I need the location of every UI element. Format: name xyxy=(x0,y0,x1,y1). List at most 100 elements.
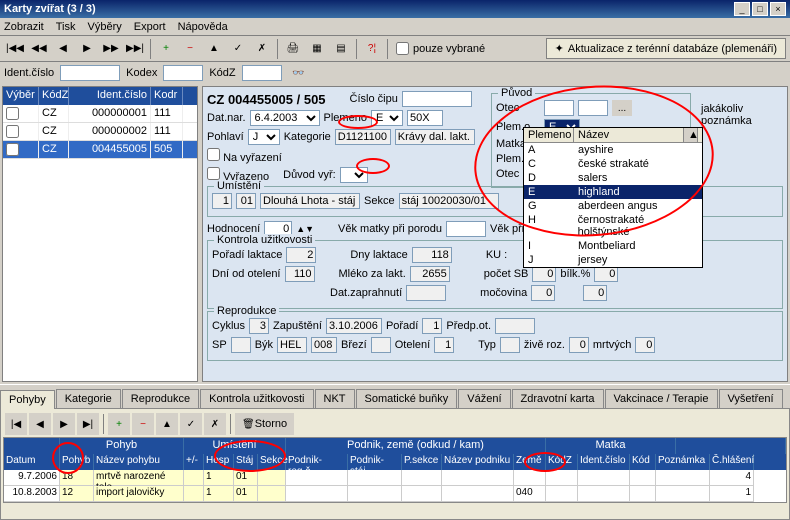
b-first-icon[interactable]: |◀ xyxy=(5,413,27,435)
col-kodr[interactable]: Kodr xyxy=(151,87,183,105)
c-nazevp[interactable]: Název podniku xyxy=(442,454,514,470)
tab-somat[interactable]: Somatické buňky xyxy=(356,389,458,408)
storno-button[interactable]: 🗑 Storno xyxy=(235,413,294,435)
cancel-icon[interactable]: ✗ xyxy=(251,38,273,60)
menu-export[interactable]: Export xyxy=(134,21,166,33)
c-staj[interactable]: Stáj xyxy=(234,454,258,470)
dd-row[interactable]: Gaberdeen angus xyxy=(524,199,702,213)
next-record-icon[interactable]: ▶ xyxy=(76,38,98,60)
c-kod[interactable]: Kód xyxy=(630,454,656,470)
na-vyrazeni-checkbox[interactable]: Na vyřazení xyxy=(207,148,282,164)
filter-kodex-input[interactable] xyxy=(163,65,203,81)
help-icon[interactable]: ?¦ xyxy=(361,38,383,60)
menu-zobrazit[interactable]: Zobrazit xyxy=(4,21,44,33)
list-row[interactable]: CZ 000000002 111 xyxy=(3,123,197,141)
tab-vyset[interactable]: Vyšetření xyxy=(719,389,783,408)
c-hosp[interactable]: Hosp xyxy=(204,454,234,470)
tab-kontrola[interactable]: Kontrola užitkovosti xyxy=(200,389,313,408)
cislo-cipu-input[interactable] xyxy=(402,91,472,107)
scroll-up-icon[interactable]: ▲ xyxy=(684,128,698,142)
c-podnikr[interactable]: Podnik-reg.č. xyxy=(286,454,348,470)
b-last-icon[interactable]: ▶| xyxy=(77,413,99,435)
c-datum[interactable]: Datum xyxy=(4,454,60,470)
otec-val[interactable] xyxy=(544,100,574,116)
dd-col-plemeno[interactable]: Plemeno xyxy=(524,128,574,142)
dd-row-selected[interactable]: Ehighland xyxy=(524,185,702,199)
first-record-icon[interactable]: |◀◀ xyxy=(4,38,26,60)
delete-icon[interactable]: − xyxy=(179,38,201,60)
aktualizace-button[interactable]: ✦ Aktualizace z terénní databáze (plemen… xyxy=(546,38,786,59)
dd-row[interactable]: IMontbeliard xyxy=(524,239,702,253)
b-add-icon[interactable]: + xyxy=(108,413,130,435)
doc1-icon[interactable]: ▦ xyxy=(306,38,328,60)
col-kodz[interactable]: KódZ xyxy=(39,87,69,105)
c-sekce[interactable]: Sekce xyxy=(258,454,286,470)
dd-row[interactable]: Hčernostrakaté holštýnské xyxy=(524,213,702,239)
tab-zdrav[interactable]: Zdravotní karta xyxy=(512,389,604,408)
prev-record-icon[interactable]: ◀ xyxy=(52,38,74,60)
edit-icon[interactable]: ▲ xyxy=(203,38,225,60)
doc2-icon[interactable]: ▤ xyxy=(330,38,352,60)
minimize-button[interactable]: _ xyxy=(734,2,750,16)
b-prev-icon[interactable]: ◀ xyxy=(29,413,51,435)
b-del-icon[interactable]: − xyxy=(132,413,154,435)
vek-matky-input[interactable] xyxy=(446,221,486,237)
next-page-icon[interactable]: ▶▶ xyxy=(100,38,122,60)
c-psekce[interactable]: P.sekce xyxy=(402,454,442,470)
filter-ident-input[interactable] xyxy=(60,65,120,81)
pouze-vybrane-checkbox[interactable]: pouze vybrané xyxy=(396,42,485,55)
b-edit-icon[interactable]: ▲ xyxy=(156,413,178,435)
duvod-select[interactable] xyxy=(340,167,368,183)
c-podniks[interactable]: Podnik-stáj xyxy=(348,454,402,470)
datnar-select[interactable]: 6.4.2003 xyxy=(250,110,320,126)
pohyby-row[interactable]: 9.7.2006 18 mrtvě narozené tele 1 01 4 xyxy=(4,470,786,486)
plemeno-pct[interactable] xyxy=(407,110,443,126)
kategorie-name xyxy=(395,129,475,145)
tab-reprodukce[interactable]: Reprodukce xyxy=(122,389,199,408)
filter-kodz-input[interactable] xyxy=(242,65,282,81)
dd-row[interactable]: Jjersey xyxy=(524,253,702,267)
close-button[interactable]: × xyxy=(770,2,786,16)
menu-napoveda[interactable]: Nápověda xyxy=(178,21,228,33)
c-nazev[interactable]: Název pohybu xyxy=(94,454,184,470)
plemeno-select[interactable]: E xyxy=(371,110,403,126)
c-pozn[interactable]: Poznámka xyxy=(656,454,710,470)
maximize-button[interactable]: □ xyxy=(752,2,768,16)
tab-pohyby[interactable]: Pohyby xyxy=(0,390,55,409)
b-next-icon[interactable]: ▶ xyxy=(53,413,75,435)
menu-tisk[interactable]: Tisk xyxy=(56,21,76,33)
dd-row[interactable]: Aayshire xyxy=(524,143,702,157)
pohlavi-select[interactable]: J xyxy=(248,129,280,145)
col-ident[interactable]: Ident.číslo xyxy=(69,87,151,105)
confirm-icon[interactable]: ✓ xyxy=(227,38,249,60)
tab-vakc[interactable]: Vakcinace / Terapie xyxy=(605,389,718,408)
c-kodz[interactable]: KódZ xyxy=(546,454,578,470)
c-chl[interactable]: Č.hlášení xyxy=(710,454,754,470)
list-row[interactable]: CZ 000000001 111 xyxy=(3,105,197,123)
menu-vybery[interactable]: Výběry xyxy=(88,21,122,33)
b-ok-icon[interactable]: ✓ xyxy=(180,413,202,435)
otec-lookup-button[interactable]: ... xyxy=(612,100,632,116)
dd-row[interactable]: Cčeské strakaté xyxy=(524,157,702,171)
otec-val2[interactable] xyxy=(578,100,608,116)
ku-legend: Kontrola užitkovosti xyxy=(214,234,315,246)
dd-row[interactable]: Dsalers xyxy=(524,171,702,185)
tab-kategorie[interactable]: Kategorie xyxy=(56,389,121,408)
last-record-icon[interactable]: ▶▶| xyxy=(124,38,146,60)
tab-vazeni[interactable]: Vážení xyxy=(458,389,510,408)
print-icon[interactable]: 🖨 xyxy=(282,38,304,60)
c-zeme[interactable]: Země xyxy=(514,454,546,470)
c-pm[interactable]: +/- xyxy=(184,454,204,470)
tab-nkt[interactable]: NKT xyxy=(315,389,355,408)
pohyby-row[interactable]: 10.8.2003 12 import jalovičky 1 01 040 1 xyxy=(4,486,786,502)
col-vyber[interactable]: Výběr xyxy=(3,87,39,105)
prev-page-icon[interactable]: ◀◀ xyxy=(28,38,50,60)
b-cancel-icon[interactable]: ✗ xyxy=(204,413,226,435)
binoculars-icon[interactable]: 👓 xyxy=(288,62,310,84)
dd-col-nazev[interactable]: Název xyxy=(574,128,684,142)
list-row-selected[interactable]: CZ 004455005 505 xyxy=(3,141,197,159)
add-icon[interactable]: + xyxy=(155,38,177,60)
titlebar: Karty zvířat (3 / 3) _ □ × xyxy=(0,0,790,18)
c-pohyb[interactable]: Pohyb xyxy=(60,454,94,470)
c-ident[interactable]: Ident.číslo xyxy=(578,454,630,470)
